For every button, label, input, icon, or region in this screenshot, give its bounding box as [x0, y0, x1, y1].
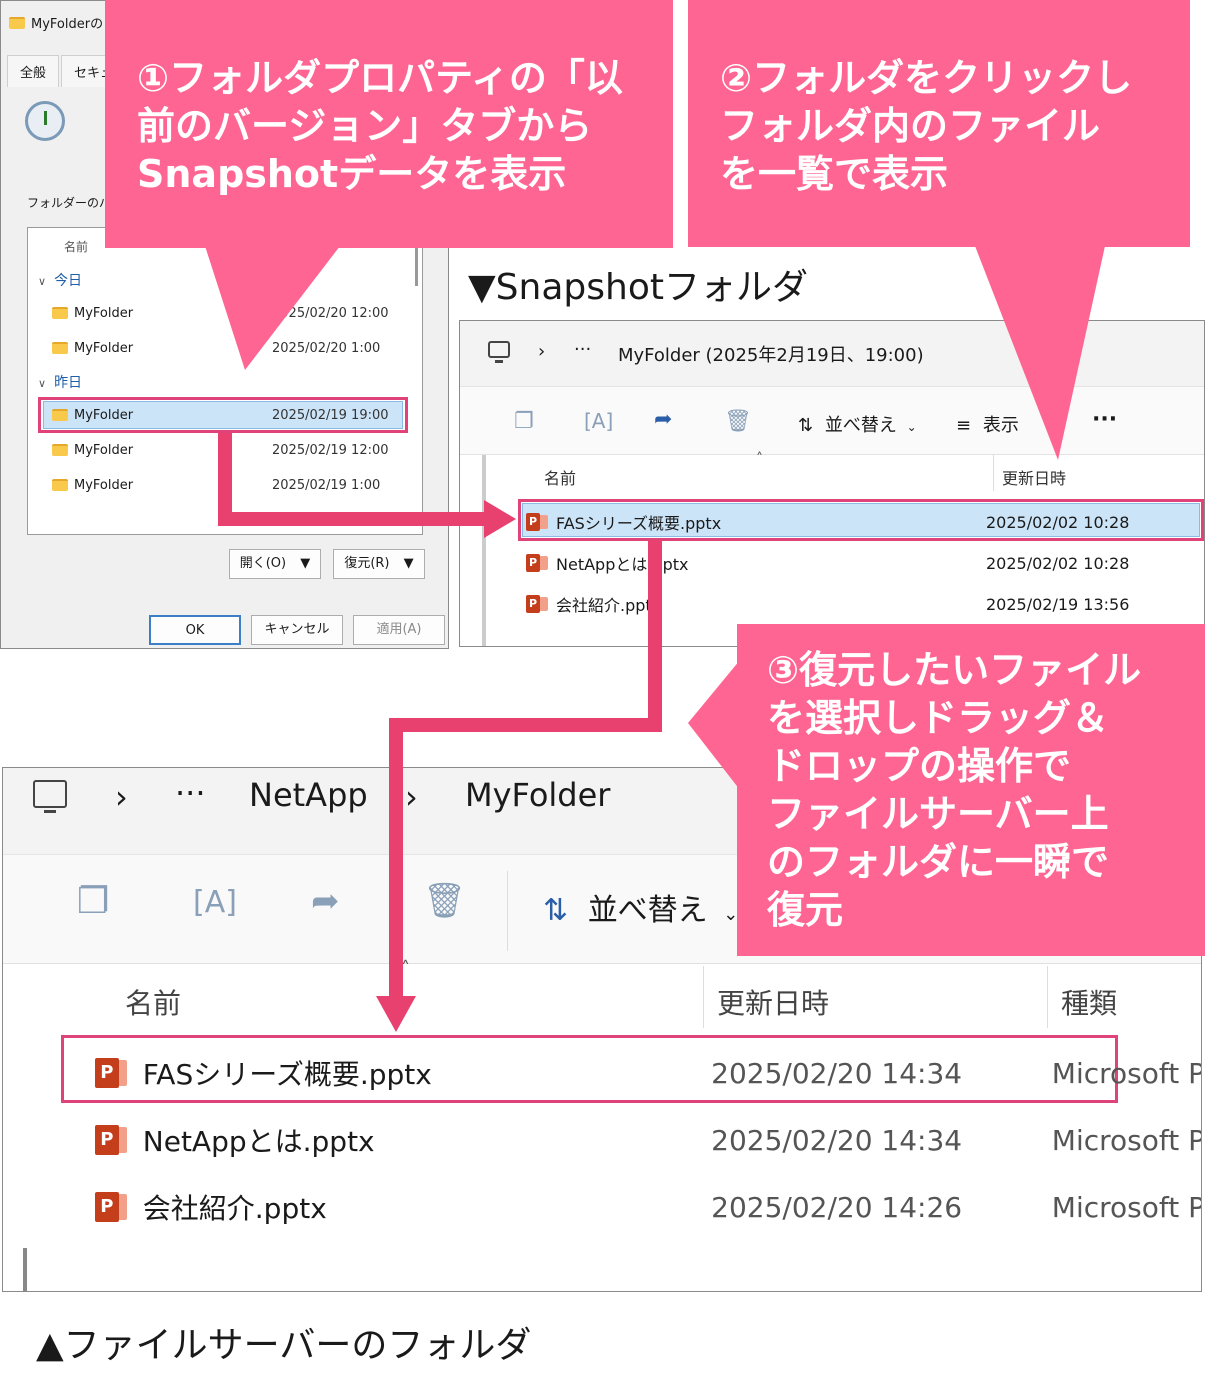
callout-step3: ③復元したいファイル を選択しドラッグ＆ ドロップの操作で ファイルサーバー上 … — [737, 624, 1205, 956]
arrow-head-icon — [376, 996, 416, 1032]
callout1-pointer — [205, 246, 340, 370]
callout3-pointer — [688, 660, 740, 790]
callout-step1: ①フォルダプロパティの「以 前のバージョン」タブから Snapshotデータを表… — [105, 0, 673, 248]
callout-step2: ②フォルダをクリックし フォルダ内のファイル を一覧で表示 — [688, 0, 1190, 247]
callout2-pointer — [975, 246, 1105, 460]
arrow-dialog-to-snapshot — [218, 433, 486, 526]
arrow-head-icon — [484, 500, 516, 538]
arrow-snapshot-to-fileserver — [389, 540, 662, 1000]
